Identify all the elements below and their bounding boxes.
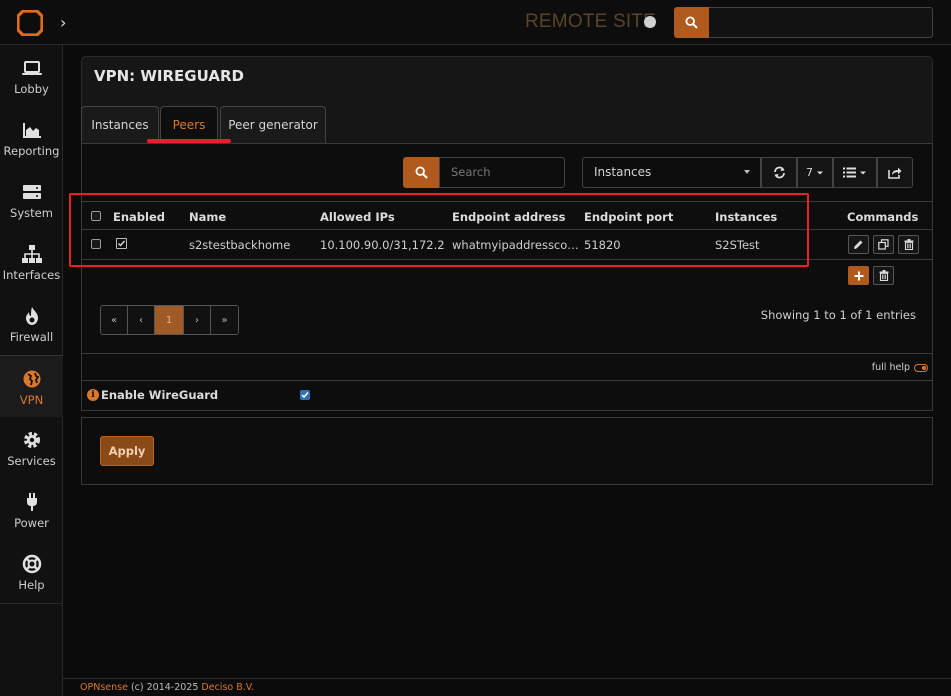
pencil-icon [854, 240, 863, 249]
enable-wireguard-checkbox[interactable] [300, 390, 310, 400]
sidebar-item-vpn[interactable]: VPN [0, 355, 63, 417]
sidebar-item-label: Reporting [3, 144, 60, 158]
pagination-last[interactable]: » [211, 306, 238, 334]
search-icon [414, 166, 428, 179]
page-title: VPN: WIREGUARD [94, 67, 244, 85]
add-peer-button[interactable] [848, 266, 869, 285]
lifebuoy-icon [22, 554, 41, 574]
pagination-current-page[interactable]: 1 [155, 306, 184, 334]
search-icon [685, 16, 698, 29]
highlight-annotation-box [69, 193, 809, 267]
share-icon [888, 167, 902, 179]
laptop-icon [21, 61, 42, 75]
pagination-first[interactable]: « [101, 306, 128, 334]
opnsense-logo-icon[interactable] [17, 10, 43, 36]
list-icon [843, 167, 856, 178]
pagination: « ‹ 1 › » [100, 305, 239, 335]
instances-filter-value: Instances [594, 165, 652, 179]
server-icon [22, 185, 41, 199]
expand-sidebar-chevron-icon[interactable]: › [60, 13, 66, 32]
sidebar-item-label: Help [18, 578, 45, 592]
refresh-icon [773, 166, 785, 179]
chevron-down-icon [817, 171, 823, 174]
plug-icon [26, 493, 37, 511]
enable-wireguard-label: Enable WireGuard [101, 388, 219, 402]
chevron-down-icon [860, 171, 866, 174]
sidebar-item-label: System [10, 206, 53, 220]
full-help-label: full help [871, 362, 910, 373]
area-chart-icon [22, 123, 41, 138]
trash-icon [904, 239, 913, 250]
apply-button[interactable]: Apply [100, 436, 154, 466]
sidebar-item-lobby[interactable]: Lobby [0, 45, 63, 107]
sidebar-item-label: Firewall [9, 330, 54, 344]
main-content: VPN: WIREGUARD Instances Peers Peer gene… [63, 45, 951, 696]
clone-icon [878, 239, 889, 250]
sidebar-item-label: Interfaces [2, 268, 61, 282]
delete-selected-button[interactable] [873, 266, 894, 285]
delete-button[interactable] [898, 235, 919, 254]
tab-peer-generator[interactable]: Peer generator [220, 106, 326, 144]
sidebar-item-interfaces[interactable]: Interfaces [0, 231, 63, 293]
pagination-prev[interactable]: ‹ [128, 306, 155, 334]
globe-icon [23, 370, 40, 388]
sidebar-item-label: Lobby [14, 82, 49, 96]
top-bar: › REMOTE SITE [0, 0, 951, 45]
footer: OPNsense (c) 2014-2025 Deciso B.V. [63, 678, 951, 696]
sidebar-item-label: VPN [19, 393, 44, 407]
page-size-value: 7 [806, 166, 813, 179]
cog-icon [23, 432, 40, 448]
sidebar: Lobby Reporting System Interfaces Firewa… [0, 45, 63, 696]
sidebar-item-firewall[interactable]: Firewall [0, 293, 63, 355]
footer-copyright: (c) 2014-2025 [127, 682, 202, 693]
trash-icon [879, 270, 888, 281]
chevron-down-icon [744, 170, 750, 174]
sidebar-item-label: Power [14, 516, 49, 530]
column-header-commands: Commands [847, 210, 919, 224]
full-help-toggle[interactable]: full help [872, 362, 928, 373]
sidebar-item-help[interactable]: Help [0, 541, 63, 603]
site-name: REMOTE SITE [525, 11, 656, 32]
status-indicator-dot [644, 16, 656, 28]
page-size-dropdown[interactable]: 7 [797, 157, 833, 188]
sidebar-item-label: Services [7, 454, 56, 468]
export-button[interactable] [877, 157, 913, 188]
global-search-button[interactable] [674, 7, 709, 38]
fire-icon [25, 307, 38, 325]
sidebar-item-services[interactable]: Services [0, 417, 63, 479]
info-icon[interactable]: i [87, 389, 99, 401]
grid-search-input[interactable]: Search [439, 157, 565, 188]
sidebar-item-system[interactable]: System [0, 169, 63, 231]
peers-panel: Search Instances 7 Enabled Name Allowed … [81, 143, 933, 411]
toggle-icon [914, 363, 928, 372]
footer-company-link[interactable]: Deciso B.V. [201, 682, 254, 693]
column-selection-dropdown[interactable] [833, 157, 877, 188]
edit-button[interactable] [848, 235, 869, 254]
entries-count-text: Showing 1 to 1 of 1 entries [760, 308, 916, 322]
grid-search-button[interactable] [403, 157, 439, 188]
global-search-input[interactable] [709, 7, 933, 38]
divider [82, 380, 932, 381]
sidebar-divider [0, 603, 63, 604]
plus-icon [854, 271, 863, 280]
apply-panel: Apply [81, 417, 933, 485]
pagination-next[interactable]: › [184, 306, 211, 334]
refresh-button[interactable] [761, 157, 797, 188]
instances-filter-select[interactable]: Instances [582, 157, 761, 188]
sitemap-icon [21, 245, 42, 263]
sidebar-item-reporting[interactable]: Reporting [0, 107, 63, 169]
sidebar-item-power[interactable]: Power [0, 479, 63, 541]
divider [82, 353, 932, 354]
footer-brand-link[interactable]: OPNsense [80, 682, 128, 693]
clone-button[interactable] [873, 235, 894, 254]
